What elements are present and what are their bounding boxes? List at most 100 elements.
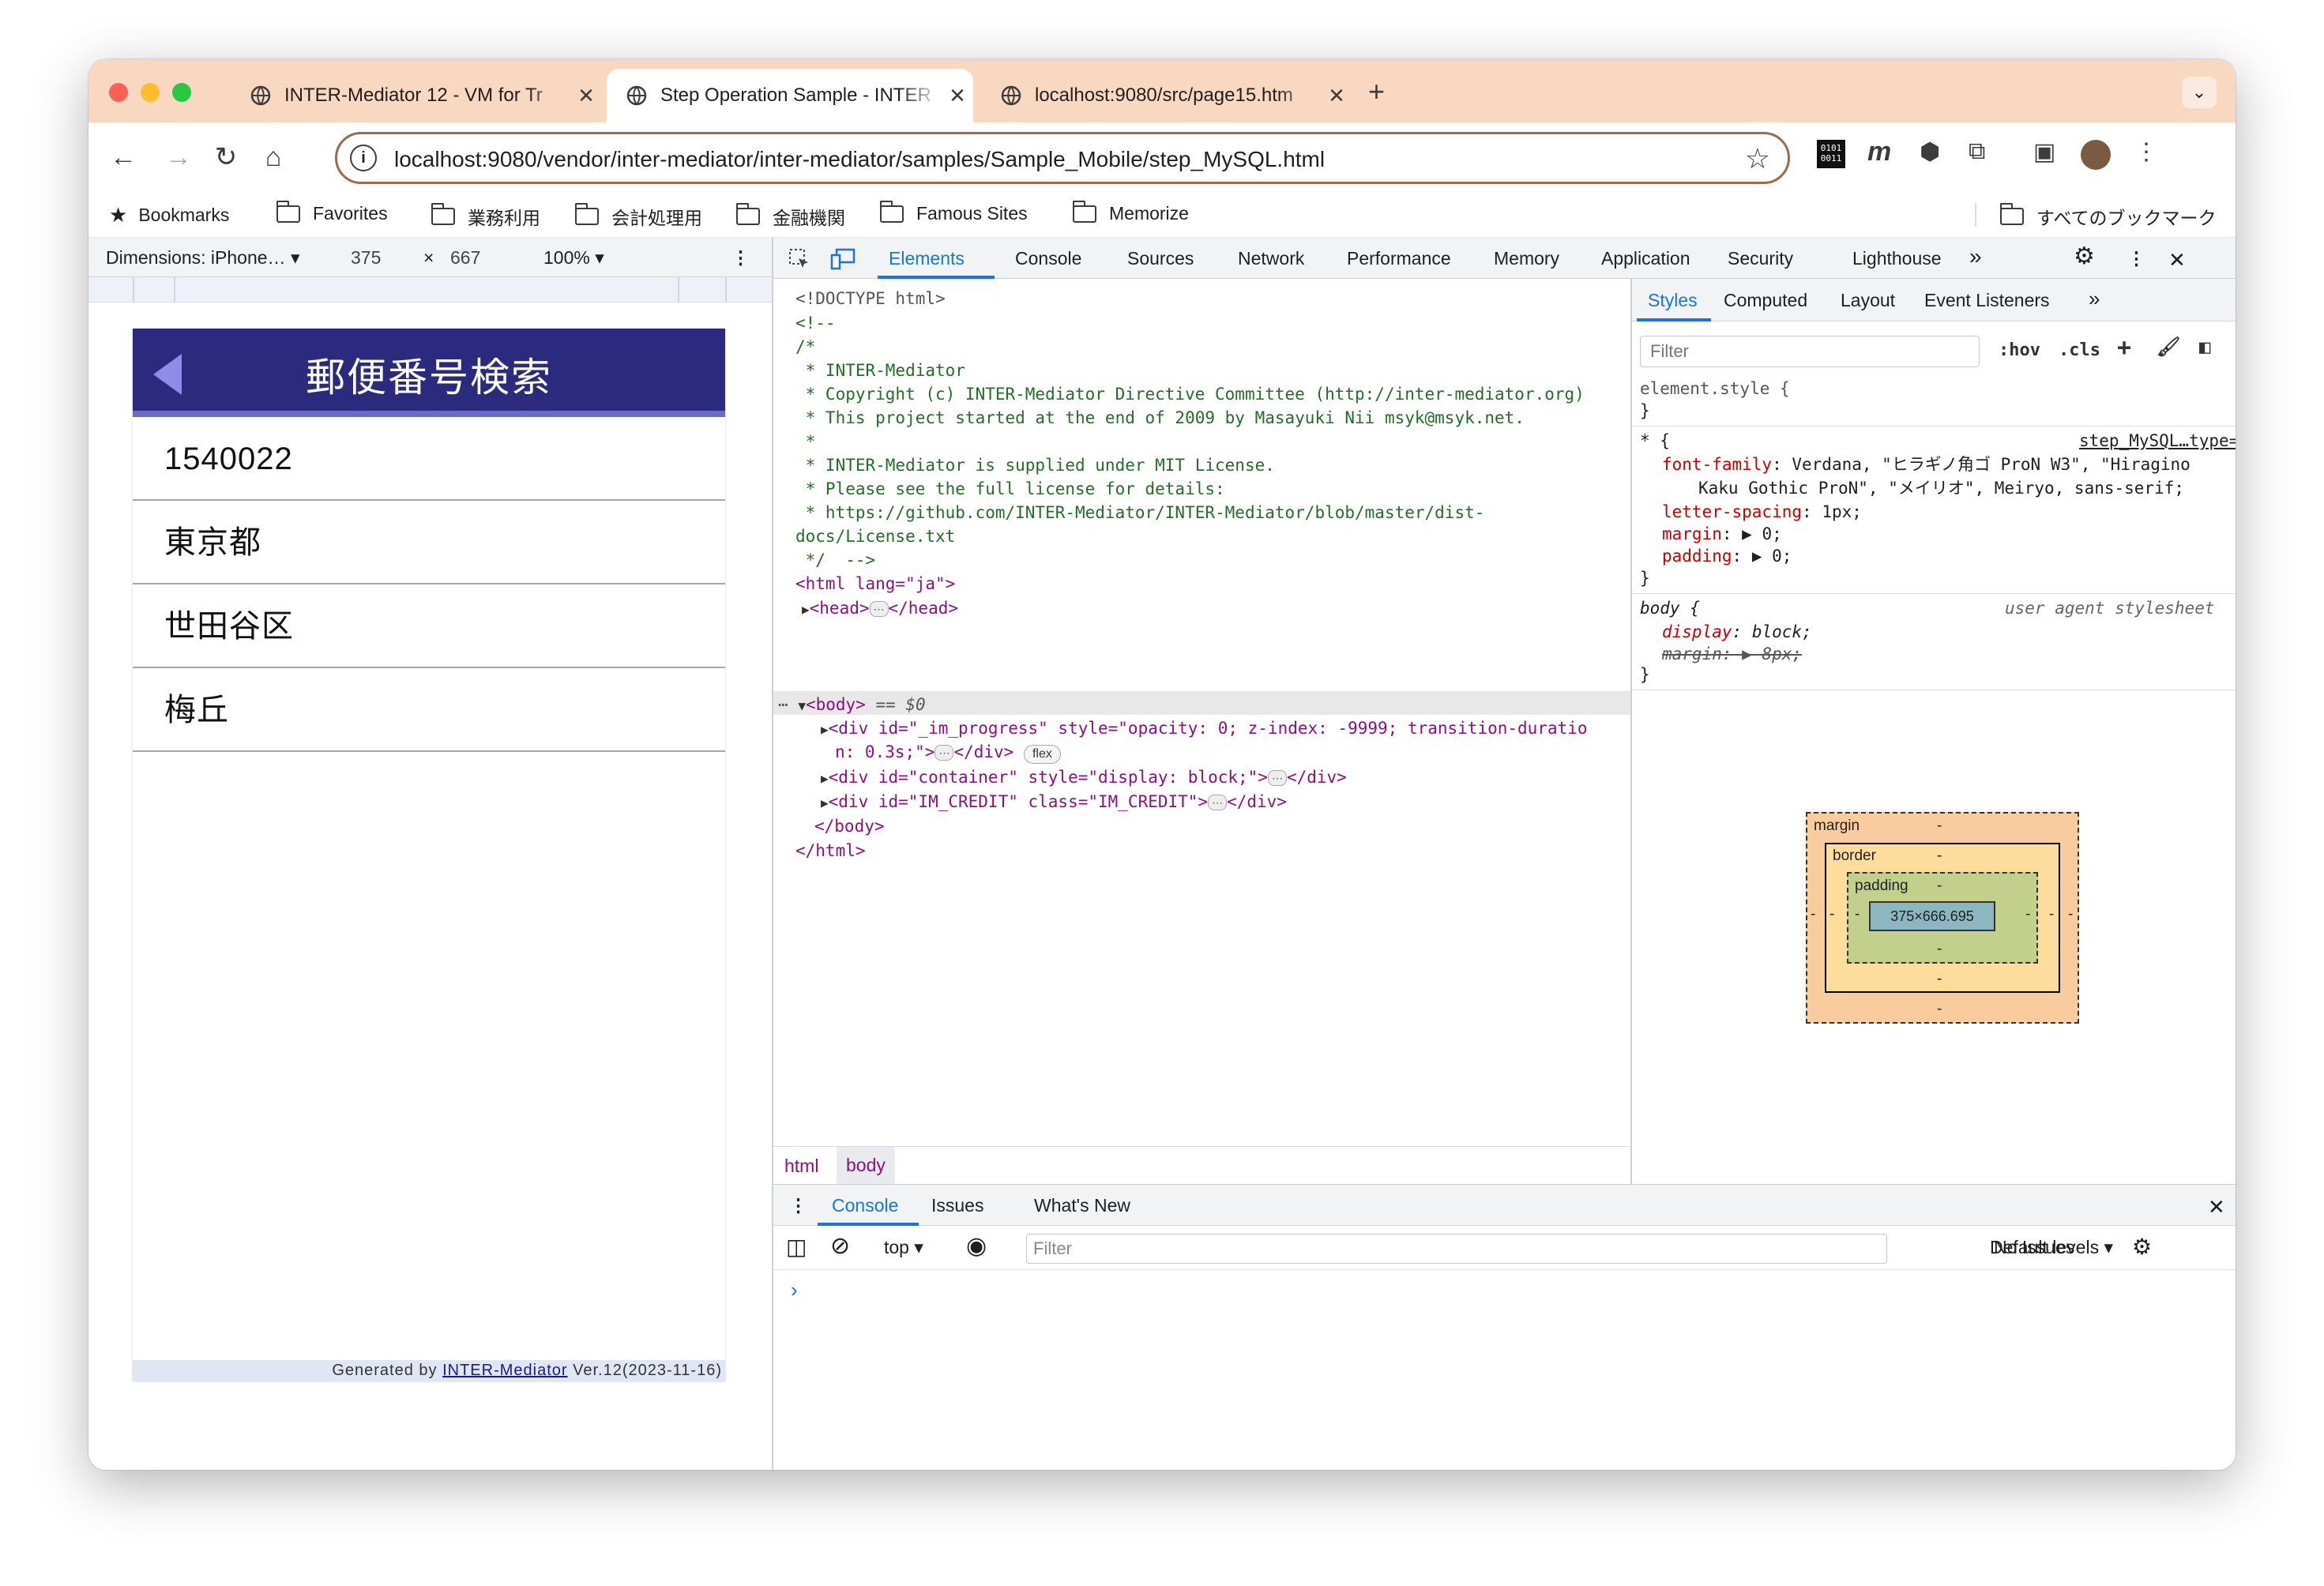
more-tabs-icon[interactable]: »: [1969, 244, 1982, 269]
ellipsis-icon[interactable]: ⋯: [1208, 795, 1228, 810]
dimensions-select[interactable]: Dimensions: iPhone… ▾: [106, 247, 300, 269]
bookmark-folder-memorize[interactable]: Memorize: [1073, 200, 1189, 224]
drawer-tab-issues[interactable]: Issues: [931, 1195, 983, 1216]
bookmark-folder-favorites[interactable]: Favorites: [276, 200, 388, 224]
zoom-select[interactable]: 100% ▾: [543, 247, 604, 269]
close-devtools-icon[interactable]: ✕: [2168, 248, 2186, 272]
postal-code-row[interactable]: 1540022: [133, 417, 725, 501]
devtools-tab-application[interactable]: Application: [1601, 248, 1690, 269]
reload-button[interactable]: ↻: [207, 138, 245, 176]
new-tab-button[interactable]: +: [1368, 75, 1385, 108]
node-actions-icon[interactable]: ⋯: [778, 695, 788, 714]
devtools-tab-network[interactable]: Network: [1238, 248, 1304, 269]
body-selector[interactable]: body {: [1640, 596, 1700, 620]
m-extension-icon[interactable]: m: [1867, 137, 1891, 168]
extensions-puzzle-icon[interactable]: ⧉: [1969, 138, 1985, 170]
prefecture-row[interactable]: 東京都: [133, 501, 725, 584]
div-im-progress-node[interactable]: ▶<div id="_im_progress" style="opacity: …: [821, 716, 1588, 742]
styles-tab[interactable]: Styles: [1648, 290, 1698, 311]
issues-count[interactable]: No Issues: [1994, 1237, 2074, 1258]
address-bar[interactable]: i localhost:9080/vendor/inter-mediator/i…: [335, 132, 1790, 184]
comment-line[interactable]: <!--: [795, 311, 836, 335]
expand-triangle-icon[interactable]: ▶: [821, 722, 829, 737]
tab-page15[interactable]: localhost:9080/src/page15.htm ✕: [981, 69, 1352, 122]
box-model-content[interactable]: 375×666.695: [1869, 901, 1995, 931]
devtools-menu-icon[interactable]: ⋮: [2127, 248, 2145, 269]
expand-triangle-icon[interactable]: ▶: [802, 602, 810, 617]
event-listeners-tab[interactable]: Event Listeners: [1924, 290, 2050, 311]
ellipsis-icon[interactable]: ⋯: [934, 745, 954, 761]
clear-console-icon[interactable]: ⊘: [830, 1232, 850, 1260]
bookmarks-manager[interactable]: ★ Bookmarks: [109, 203, 229, 227]
bookmark-folder-business[interactable]: 業務利用: [431, 203, 540, 230]
close-window-button[interactable]: [109, 83, 128, 102]
close-tab-icon[interactable]: ✕: [570, 84, 602, 108]
expand-triangle-icon[interactable]: ▶: [821, 771, 829, 786]
devtools-tab-memory[interactable]: Memory: [1494, 248, 1559, 269]
paint-brush-icon[interactable]: 🖌: [2157, 336, 2180, 358]
ellipsis-icon[interactable]: ⋯: [1267, 770, 1287, 786]
devtools-tab-performance[interactable]: Performance: [1347, 248, 1451, 269]
drawer-tab-whats-new[interactable]: What's New: [1034, 1195, 1130, 1216]
drawer-menu-icon[interactable]: ⋮: [789, 1195, 807, 1216]
overridden-margin-declaration[interactable]: margin: ▶ 8px;: [1662, 642, 1802, 666]
bookmark-folder-banks[interactable]: 金融機関: [736, 203, 845, 230]
head-node[interactable]: ▶<head> ⋯ </head>: [802, 596, 958, 622]
devtools-tab-sources[interactable]: Sources: [1127, 248, 1194, 269]
body-node[interactable]: ⋯ ▼<body> == $0: [778, 693, 926, 718]
html-close-tag[interactable]: </html>: [795, 839, 866, 863]
forward-button[interactable]: →: [160, 138, 197, 176]
more-style-tabs-icon[interactable]: »: [2089, 287, 2100, 311]
comment-line[interactable]: docs/License.txt: [795, 524, 955, 548]
element-style-selector[interactable]: element.style {: [1640, 379, 1790, 398]
console-settings-gear-icon[interactable]: ⚙: [2132, 1234, 2152, 1260]
drawer-tab-console[interactable]: Console: [832, 1195, 898, 1216]
breadcrumb-body[interactable]: body: [837, 1147, 895, 1184]
tab-step-operation[interactable]: Step Operation Sample - INTER ✕: [607, 69, 973, 122]
stylesheet-source-link[interactable]: step_MySQL…type=css:12: [2079, 429, 2236, 453]
comment-line[interactable]: * This project started at the end of 200…: [795, 406, 1525, 430]
universal-selector[interactable]: * {: [1640, 429, 1670, 453]
media-query-ruler[interactable]: [88, 277, 772, 303]
console-sidebar-icon[interactable]: ◫: [786, 1234, 807, 1260]
doctype-line[interactable]: <!DOCTYPE html>: [795, 287, 946, 310]
inspect-element-icon[interactable]: [788, 247, 811, 271]
home-button[interactable]: ⌂: [254, 138, 292, 176]
device-more-icon[interactable]: ⋮: [731, 247, 750, 269]
margin-declaration[interactable]: margin: ▶ 0;: [1662, 522, 1782, 546]
styles-filter-input[interactable]: Filter: [1640, 336, 1980, 367]
profile-avatar[interactable]: [2081, 140, 2111, 170]
layout-tab[interactable]: Layout: [1841, 290, 1895, 311]
url-text[interactable]: localhost:9080/vendor/inter-mediator/int…: [394, 147, 1325, 172]
comment-line[interactable]: * Please see the full license for detail…: [795, 477, 1225, 501]
comment-line[interactable]: * Copyright (c) INTER-Mediator Directive…: [795, 382, 1585, 406]
devtools-tab-console[interactable]: Console: [1015, 248, 1081, 269]
letter-spacing-declaration[interactable]: letter-spacing: 1px;: [1662, 500, 1862, 524]
devtools-tab-elements[interactable]: Elements: [889, 248, 965, 269]
settings-gear-icon[interactable]: ⚙: [2074, 242, 2095, 270]
side-panel-icon[interactable]: ▣: [2033, 138, 2055, 170]
console-filter-input[interactable]: Filter: [1026, 1234, 1887, 1264]
binary-extension-icon[interactable]: 0101 0011: [1817, 140, 1845, 168]
inter-mediator-link[interactable]: INTER-Mediator: [442, 1362, 567, 1379]
bookmark-star-icon[interactable]: ☆: [1745, 142, 1770, 175]
minimize-window-button[interactable]: [141, 83, 160, 102]
console-prompt-icon[interactable]: ›: [791, 1278, 798, 1302]
breadcrumb-html[interactable]: html: [784, 1156, 818, 1177]
comment-line[interactable]: * INTER-Mediator is supplied under MIT L…: [795, 453, 1275, 477]
zoom-window-button[interactable]: [172, 83, 191, 102]
collapse-triangle-icon[interactable]: ▼: [798, 698, 806, 713]
devtools-tab-security[interactable]: Security: [1728, 248, 1793, 269]
div-im-progress-continued[interactable]: n: 0.3s;"> ⋯ </div> flex: [835, 740, 1061, 764]
city-row[interactable]: 世田谷区: [133, 584, 725, 668]
expand-triangle-icon[interactable]: ▶: [821, 795, 829, 810]
padding-declaration[interactable]: padding: ▶ 0;: [1662, 544, 1792, 568]
font-family-declaration[interactable]: font-family: Verdana, "ヒラギノ角ゴ ProN W3", …: [1662, 453, 2191, 476]
body-close-tag[interactable]: </body>: [814, 814, 885, 838]
browser-menu-icon[interactable]: ⋮: [2134, 138, 2158, 170]
cube-extension-icon[interactable]: ⬢: [1920, 138, 1940, 170]
div-container-node[interactable]: ▶<div id="container" style="display: blo…: [821, 765, 1347, 791]
comment-line[interactable]: */ -->: [795, 548, 876, 572]
comment-line[interactable]: *: [795, 430, 816, 453]
site-info-icon[interactable]: i: [350, 145, 377, 171]
